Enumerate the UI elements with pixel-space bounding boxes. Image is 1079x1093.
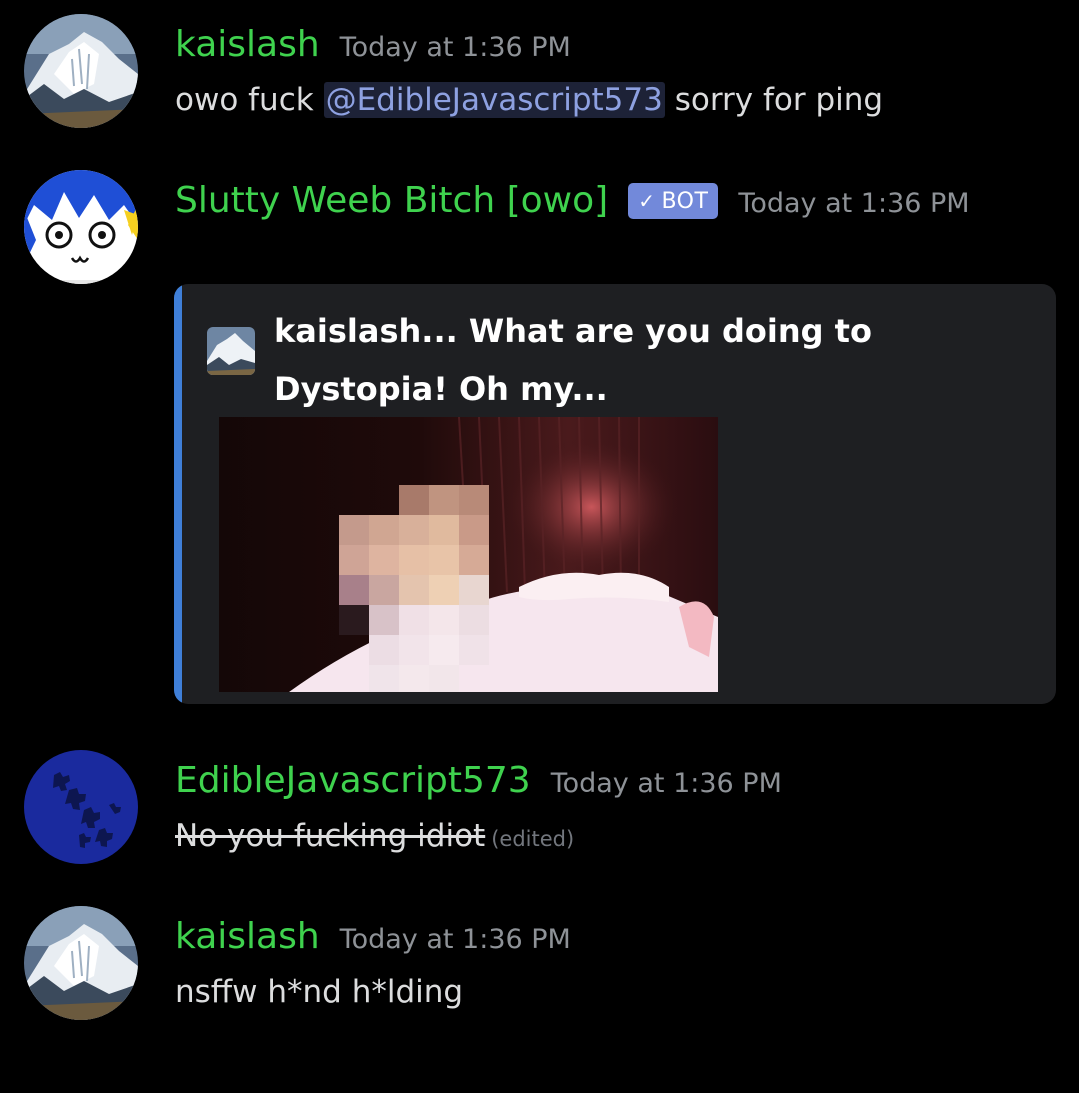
message-content: nsffw h*nd h*lding [175,974,463,1010]
embed-title[interactable]: kaislash... What are you doing to Dystop… [274,302,1034,418]
edited-label: (edited) [491,827,575,851]
mountain-thumbnail-icon [207,327,255,375]
timestamp: Today at 1:36 PM [738,188,970,219]
username[interactable]: Slutty Weeb Bitch [owo] [175,180,608,221]
message-text: sorry for ping [664,82,884,118]
anime-face-avatar-icon [24,170,138,284]
check-icon: ✓ [638,189,656,213]
message-header: Slutty Weeb Bitch [owo] ✓ BOT Today at 1… [175,180,970,223]
username[interactable]: kaislash [175,916,320,957]
avatar-kaislash[interactable] [24,906,138,1020]
mountain-avatar-icon [24,14,138,128]
avatar-ediblejavascript[interactable] [24,750,138,864]
fractal-avatar-icon [24,750,138,864]
message-content: owo fuck @EdibleJavascript573 sorry for … [175,82,883,118]
message-header: EdibleJavascript573 Today at 1:36 PM [175,760,782,801]
message-header: kaislash Today at 1:36 PM [175,916,571,957]
censored-image-icon [219,417,718,692]
message-text: nsffw h*nd h*lding [175,974,464,1010]
user-mention[interactable]: @EdibleJavascript573 [323,82,665,118]
timestamp: Today at 1:36 PM [339,32,571,63]
embed-image[interactable] [219,417,718,692]
bot-badge-label: BOT [661,188,709,214]
message-header: kaislash Today at 1:36 PM [175,24,571,65]
message-text: No you fucking idiot [175,818,486,854]
embed-accent-bar [174,284,182,704]
avatar-kaislash[interactable] [24,14,138,128]
message-text: owo fuck [175,82,324,118]
username[interactable]: kaislash [175,24,320,65]
username[interactable]: EdibleJavascript573 [175,760,531,801]
embed: kaislash... What are you doing to Dystop… [174,284,1056,704]
timestamp: Today at 1:36 PM [550,768,782,799]
message-content: No you fucking idiot (edited) [175,818,574,854]
mountain-avatar-icon [24,906,138,1020]
timestamp: Today at 1:36 PM [339,924,571,955]
avatar-bot[interactable] [24,170,138,284]
bot-badge: ✓ BOT [628,183,719,219]
embed-author-icon [207,327,255,375]
